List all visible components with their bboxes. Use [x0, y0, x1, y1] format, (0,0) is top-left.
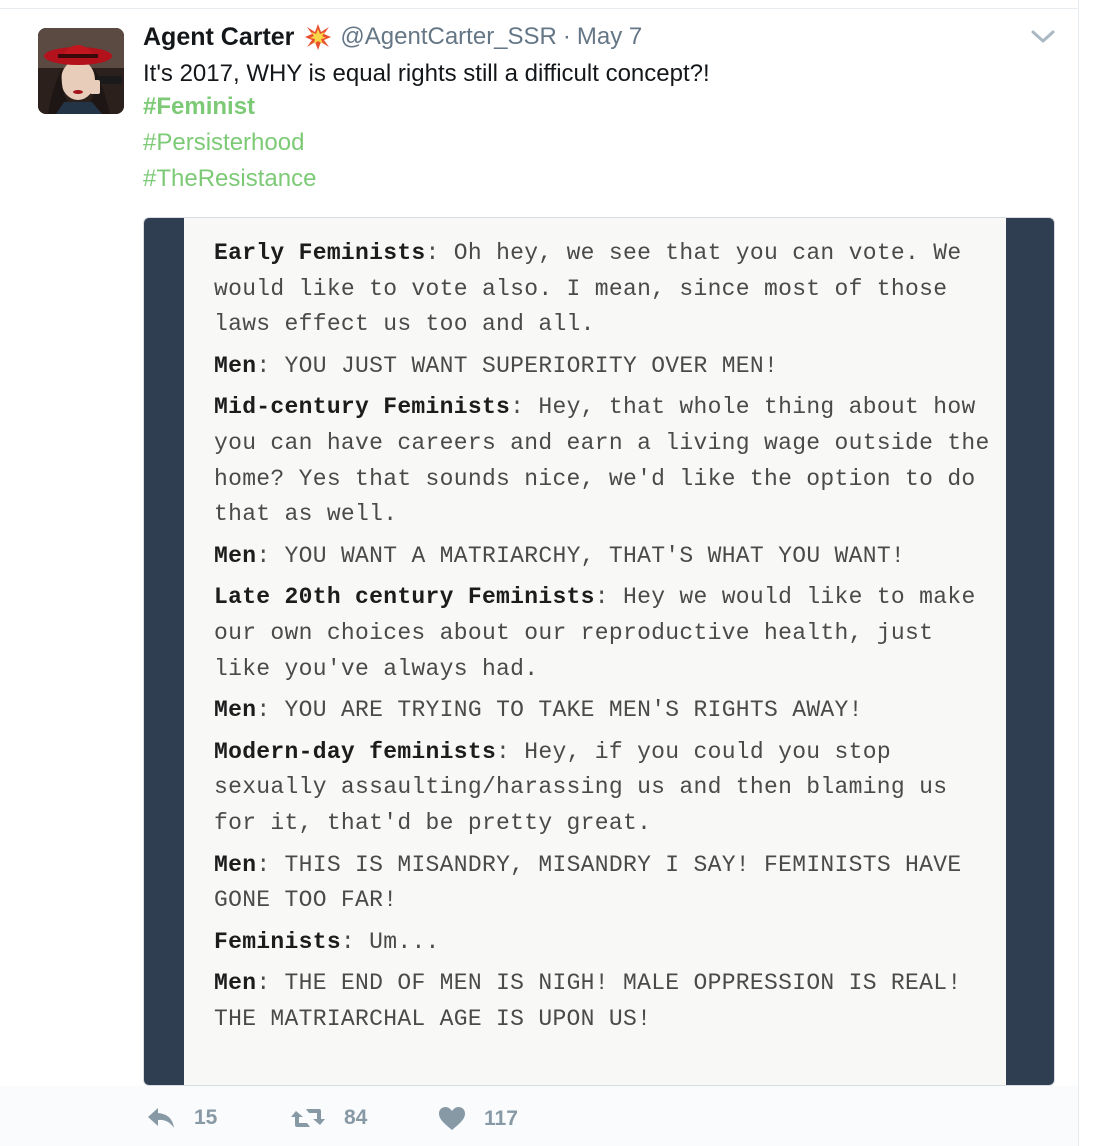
retweet-button[interactable]: 84: [290, 1106, 367, 1130]
image-transcript: Early Feminists: Oh hey, we see that you…: [214, 236, 994, 1043]
speaker-separator: :: [256, 352, 285, 379]
tweet-date[interactable]: May 7: [577, 23, 642, 51]
explosion-emoji-icon: [305, 24, 332, 50]
reply-button[interactable]: 15: [146, 1106, 217, 1130]
attached-image[interactable]: Early Feminists: Oh hey, we see that you…: [143, 217, 1055, 1086]
avatar-image: [38, 28, 124, 114]
speaker-separator: :: [256, 851, 285, 878]
speaker-separator: :: [256, 970, 285, 997]
timeline-top-border: [0, 0, 1078, 9]
speaker-label: Mid-century Feminists: [214, 394, 511, 421]
dialogue-line: Men: THE END OF MEN IS NIGH! MALE OPPRES…: [214, 966, 994, 1037]
tweet-header: Agent Carter @AgentCarter_SSR · May 7: [143, 20, 642, 54]
dialogue-line: Men: YOU JUST WANT SUPERIORITY OVER MEN!: [214, 349, 994, 385]
speaker-separator: :: [256, 697, 285, 724]
speaker-label: Men: [214, 352, 257, 379]
speaker-label: Men: [214, 970, 257, 997]
chevron-down-icon[interactable]: [1030, 26, 1056, 46]
dialogue-text: YOU JUST WANT SUPERIORITY OVER MEN!: [284, 352, 779, 379]
avatar[interactable]: [38, 28, 124, 114]
like-button[interactable]: 117: [438, 1106, 518, 1132]
dialogue-text: YOU ARE TRYING TO TAKE MEN'S RIGHTS AWAY…: [284, 697, 863, 724]
hashtag-list: #Feminist #Persisterhood #TheResistance: [143, 89, 316, 197]
hashtag-persisterhood[interactable]: #Persisterhood: [143, 125, 316, 161]
speaker-label: Early Feminists: [214, 240, 426, 266]
dialogue-line: Early Feminists: Oh hey, we see that you…: [214, 236, 994, 343]
dialogue-text: THIS IS MISANDRY, MISANDRY I SAY! FEMINI…: [214, 851, 962, 914]
user-handle[interactable]: @AgentCarter_SSR: [340, 23, 556, 51]
display-name[interactable]: Agent Carter: [143, 23, 294, 52]
speaker-label: Men: [214, 697, 257, 724]
speaker-separator: :: [510, 394, 539, 421]
timeline-right-border: [1078, 0, 1079, 1146]
speaker-label: Men: [214, 851, 257, 878]
speaker-separator: :: [256, 542, 285, 569]
reply-count: 15: [194, 1106, 218, 1129]
hashtag-the-resistance[interactable]: #TheResistance: [143, 161, 316, 197]
image-text-panel: Early Feminists: Oh hey, we see that you…: [184, 218, 1006, 1085]
dialogue-text: THE END OF MEN IS NIGH! MALE OPPRESSION …: [214, 970, 962, 1032]
speaker-separator: :: [425, 240, 454, 266]
dialogue-text: YOU WANT A MATRIARCHY, THAT'S WHAT YOU W…: [284, 542, 906, 569]
hashtag-feminist[interactable]: #Feminist: [143, 89, 316, 125]
speaker-separator: :: [340, 928, 370, 955]
heart-icon: [439, 1107, 465, 1130]
tweet-text: It's 2017, WHY is equal rights still a d…: [143, 60, 710, 87]
like-count: 117: [484, 1107, 518, 1130]
dialogue-line: Men: YOU WANT A MATRIARCHY, THAT'S WHAT …: [214, 539, 994, 575]
dialogue-line: Mid-century Feminists: Hey, that whole t…: [214, 390, 994, 532]
speaker-label: Men: [214, 542, 257, 569]
speaker-label: Modern-day feminists: [214, 738, 497, 765]
reply-icon: [148, 1108, 174, 1128]
dialogue-line: Late 20th century Feminists: Hey we woul…: [214, 580, 994, 687]
speaker-label: Late 20th century Feminists: [214, 584, 595, 611]
retweet-count: 84: [344, 1106, 368, 1129]
dialogue-line: Modern-day feminists: Hey, if you could …: [214, 735, 994, 842]
dialogue-text: Um...: [369, 928, 440, 955]
dialogue-line: Men: YOU ARE TRYING TO TAKE MEN'S RIGHTS…: [214, 693, 994, 729]
retweet-icon: [291, 1109, 325, 1127]
tweet-actions-bar: 15 84 117: [0, 1086, 1078, 1146]
dialogue-line: Men: THIS IS MISANDRY, MISANDRY I SAY! F…: [214, 848, 994, 919]
dialogue-line: Feminists: Um...: [214, 925, 994, 961]
header-separator: ·: [562, 23, 571, 50]
speaker-separator: :: [594, 584, 623, 611]
speaker-label: Feminists: [214, 928, 341, 955]
speaker-separator: :: [496, 738, 525, 765]
